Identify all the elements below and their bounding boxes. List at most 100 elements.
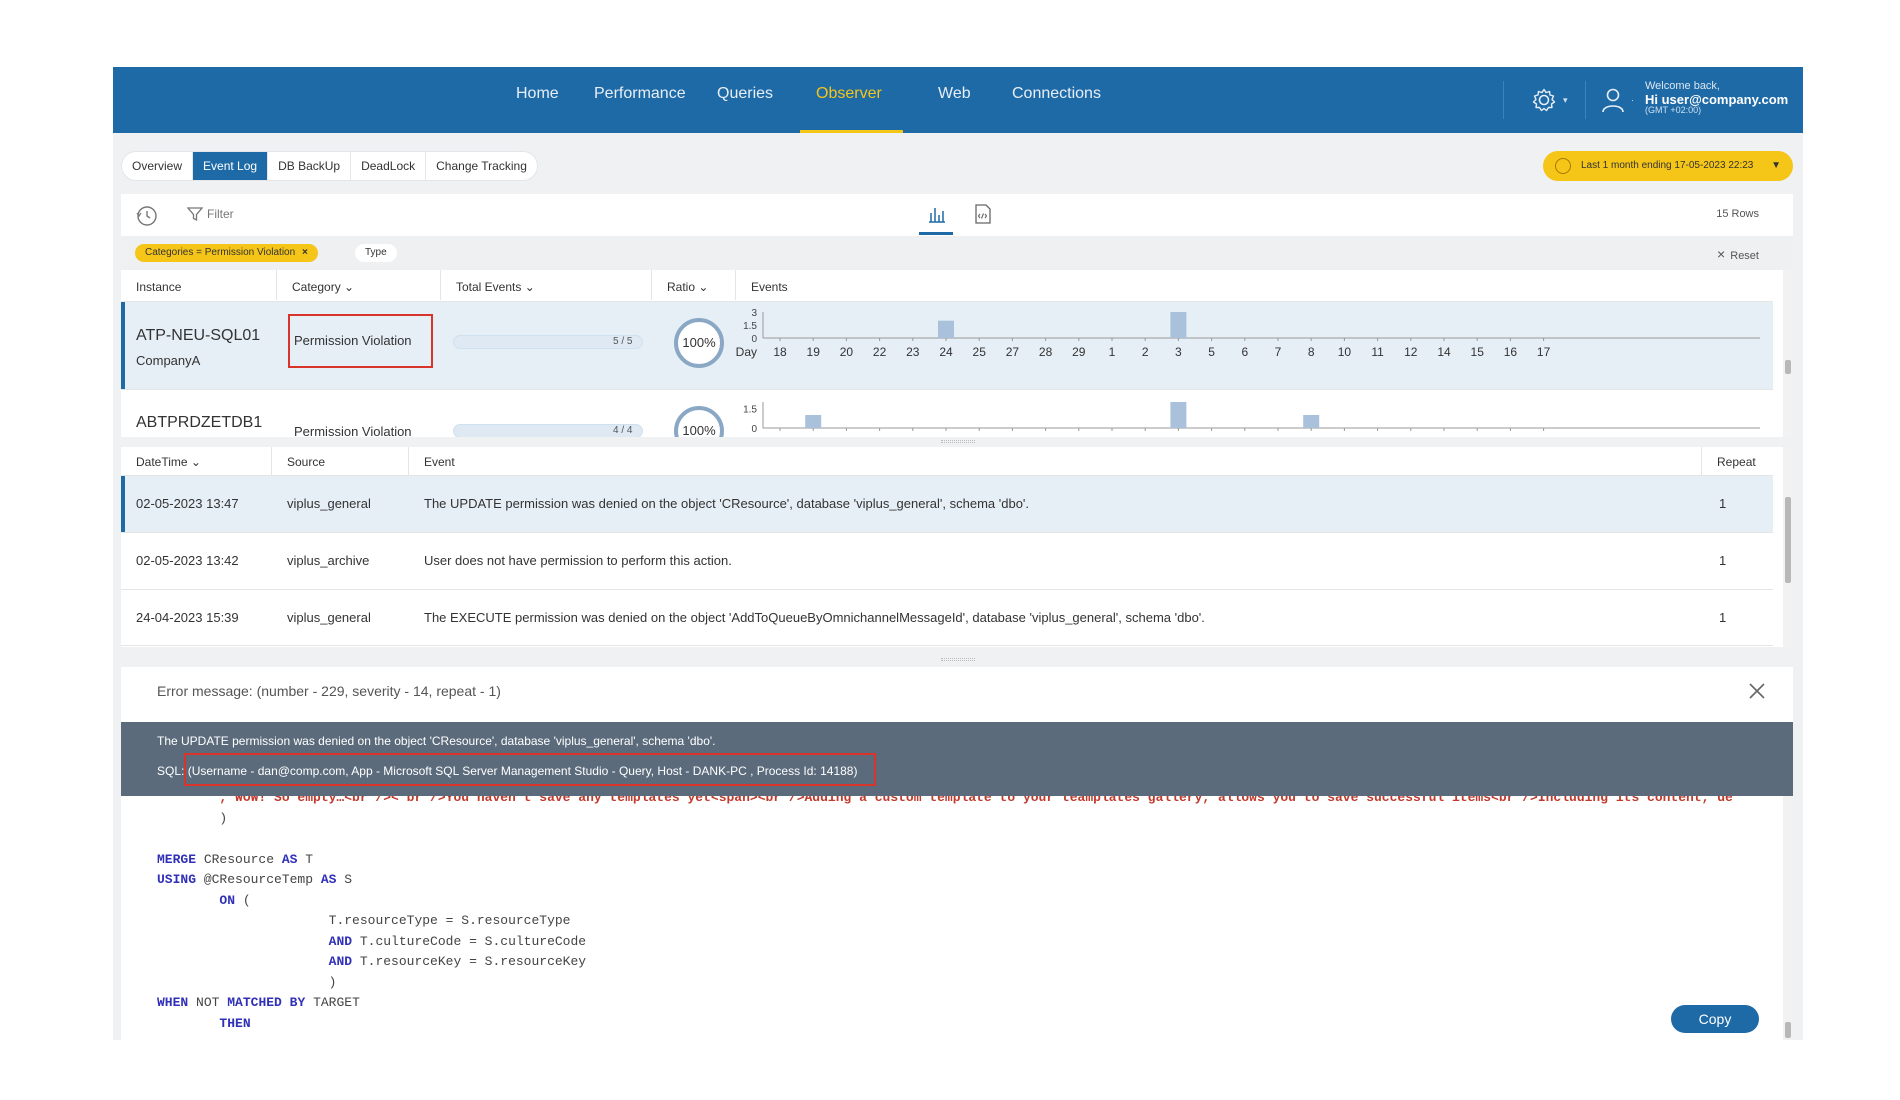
summary-row[interactable]: ABTPRDZETDB1 Permission Violation 4 / 4 … (121, 389, 1773, 437)
user-icon[interactable] (1601, 87, 1625, 113)
col-header-ratio[interactable]: Ratio ⌄ (667, 280, 708, 294)
col-header-instance[interactable]: Instance (136, 280, 181, 294)
x-tick-label: 18 (773, 345, 787, 359)
x-tick-label: 3 (1175, 345, 1182, 359)
chevron-down-icon: ▼ (1771, 160, 1781, 171)
x-tick-label: 15 (1471, 345, 1485, 359)
tab-event-log[interactable]: Event Log (193, 152, 269, 180)
nav-divider (1503, 81, 1504, 119)
ratio-ring: 100% (674, 318, 724, 368)
active-view-indicator (919, 232, 953, 235)
bar-chart-icon[interactable] (927, 204, 947, 224)
tab-change-tracking[interactable]: Change Tracking (426, 152, 537, 180)
code-text: T.resourceKey = S.resourceKey (352, 954, 587, 969)
y-tick-label: 3 (751, 308, 757, 319)
copy-button[interactable]: Copy (1671, 1005, 1759, 1033)
col-header-datetime[interactable]: DateTime ⌄ (136, 455, 201, 469)
x-axis-label: Day (736, 345, 757, 359)
code-keyword: ON (219, 892, 236, 908)
summary-row[interactable]: ATP-NEU-SQL01 CompanyA Permission Violat… (121, 301, 1773, 389)
toolbar: Filter 15 Rows (121, 194, 1793, 236)
chevron-down-icon: ⌄ (190, 455, 201, 469)
event-repeat: 1 (1719, 553, 1727, 568)
code-keyword: WHEN (157, 995, 189, 1010)
active-nav-indicator (800, 130, 903, 133)
code-keyword: MERGE (157, 851, 197, 867)
nav-web[interactable]: Web (938, 85, 971, 103)
resize-handle[interactable] (121, 437, 1793, 447)
reset-button[interactable]: × Reset (1717, 246, 1759, 262)
event-datetime: 02-05-2023 13:47 (136, 496, 239, 511)
app-window: Home Performance Queries Observer Web Co… (113, 67, 1803, 1040)
events-scrollbar[interactable] (1783, 447, 1793, 647)
filter-chip-type[interactable]: Type (355, 244, 397, 262)
nav-connections[interactable]: Connections (1012, 85, 1101, 103)
col-header-ratio-label: Ratio (667, 280, 696, 294)
y-tick-label: 1.5 (743, 405, 757, 416)
code-text: ( (235, 892, 251, 908)
close-icon[interactable]: × (302, 247, 308, 258)
nav-queries[interactable]: Queries (717, 85, 773, 103)
filter-chip-category[interactable]: Categories = Permission Violation × (135, 244, 318, 262)
chevron-down-icon[interactable]: ▾ (1563, 95, 1568, 106)
col-header-event[interactable]: Event (424, 455, 455, 469)
summary-scrollbar[interactable] (1783, 270, 1793, 437)
tab-overview[interactable]: Overview (122, 152, 194, 180)
scrollbar-thumb[interactable] (1785, 497, 1791, 583)
x-tick-label: 6 (1241, 345, 1248, 359)
error-title: Error message: (number - 229, severity -… (157, 683, 501, 699)
event-datetime: 24-04-2023 15:39 (136, 610, 239, 625)
event-bar (1170, 312, 1187, 338)
event-repeat: 1 (1719, 496, 1727, 511)
sub-tabs: Overview Event Log DB BackUp DeadLock Ch… (121, 151, 538, 181)
resize-handle[interactable] (121, 655, 1793, 665)
tab-deadlock[interactable]: DeadLock (351, 152, 427, 180)
code-keyword: AND (328, 933, 353, 949)
code-file-icon[interactable] (974, 204, 992, 224)
code-line: ) (157, 810, 228, 826)
scrollbar-thumb[interactable] (1785, 360, 1791, 374)
sql-code-viewer[interactable]: , WOW! So empty…<br />< br />You haven't… (121, 796, 1783, 1040)
nav-home[interactable]: Home (516, 85, 559, 103)
event-row[interactable]: 02-05-2023 13:47 viplus_general The UPDA… (121, 475, 1773, 532)
event-source: viplus_archive (287, 553, 370, 568)
chevron-down-icon: ⌄ (344, 280, 355, 294)
col-header-category[interactable]: Category ⌄ (292, 280, 354, 294)
chevron-down-icon: ⌄ (698, 280, 709, 294)
column-divider (271, 447, 272, 475)
error-message: The UPDATE permission was denied on the … (157, 734, 716, 748)
history-icon[interactable] (135, 204, 159, 228)
event-row[interactable]: 24-04-2023 15:39 viplus_general The EXEC… (121, 589, 1773, 646)
column-divider (440, 270, 441, 300)
event-row[interactable]: 02-05-2023 13:42 viplus_archive User doe… (121, 532, 1773, 589)
col-header-category-label: Category (292, 280, 341, 294)
filter-label[interactable]: Filter (207, 207, 234, 221)
gear-icon[interactable] (1531, 87, 1557, 113)
filter-icon[interactable] (187, 206, 203, 222)
event-bar (1170, 402, 1187, 428)
col-header-source[interactable]: Source (287, 455, 325, 469)
tab-db-backup[interactable]: DB BackUp (268, 152, 352, 180)
summary-grid: Instance Category ⌄ Total Events ⌄ Ratio… (121, 270, 1793, 437)
user-welcome[interactable]: Welcome back, Hi user@company.com (GMT +… (1645, 80, 1788, 116)
scrollbar-thumb[interactable] (1785, 1022, 1791, 1038)
col-header-total-events[interactable]: Total Events ⌄ (456, 280, 535, 294)
code-scrollbar[interactable] (1783, 796, 1793, 1040)
category-value: Permission Violation (294, 333, 412, 348)
nav-divider (1585, 81, 1586, 119)
code-keyword: THEN (219, 1015, 251, 1031)
close-icon: × (1717, 246, 1726, 262)
code-text: S (336, 872, 353, 887)
x-tick-label: 1 (1109, 345, 1116, 359)
col-header-repeat[interactable]: Repeat (1717, 455, 1756, 469)
event-repeat: 1 (1719, 610, 1727, 625)
nav-observer[interactable]: Observer (816, 85, 882, 103)
nav-performance[interactable]: Performance (594, 85, 686, 103)
col-header-total-events-label: Total Events (456, 280, 522, 294)
close-icon[interactable] (1747, 681, 1767, 701)
x-tick-label: 20 (840, 345, 854, 359)
code-keyword: AND (328, 954, 353, 969)
column-divider (276, 270, 277, 300)
date-range-picker[interactable]: Last 1 month ending 17-05-2023 22:23 ▼ (1543, 151, 1793, 181)
code-text: T.resourceType = S.resourceType (328, 913, 571, 928)
